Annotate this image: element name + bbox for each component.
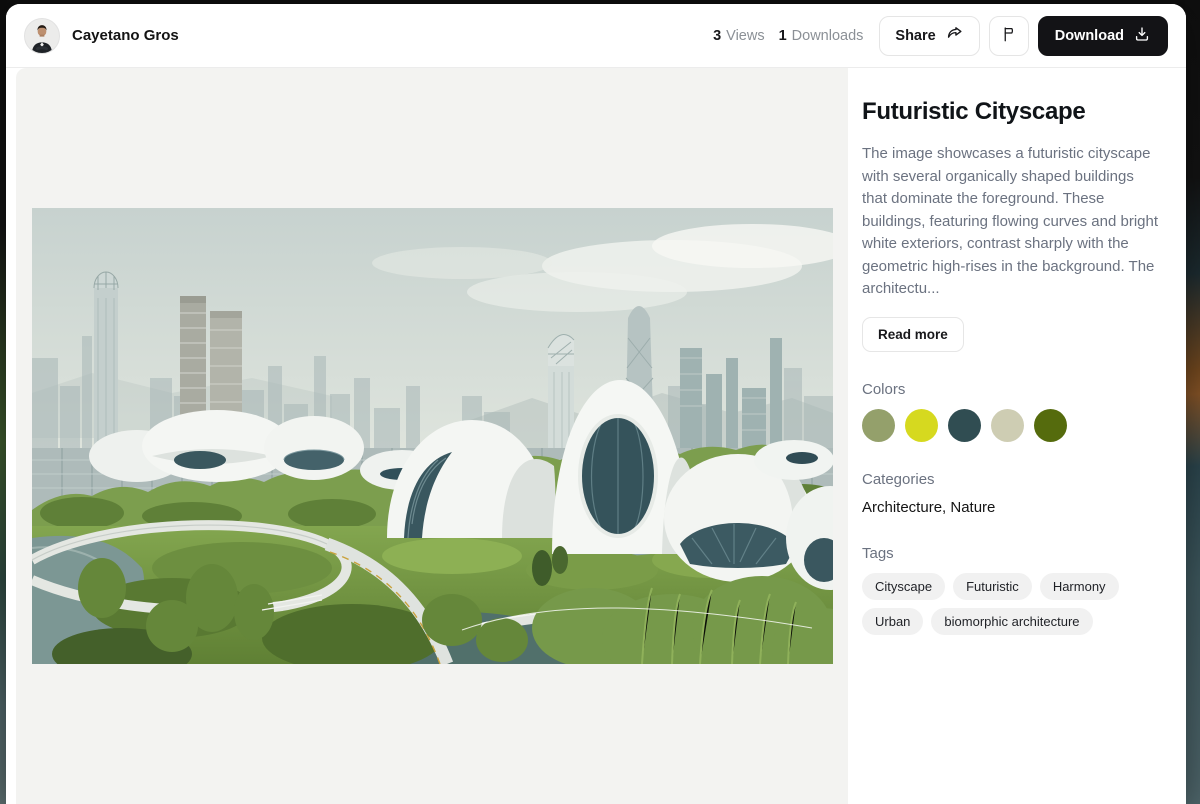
read-more-button[interactable]: Read more — [862, 316, 964, 352]
image-stats: 3 Views 1 Downloads — [713, 28, 863, 44]
image-title: Futuristic Cityscape — [862, 98, 1086, 125]
uploader-profile[interactable]: Cayetano Gros — [24, 17, 179, 54]
tag-chip[interactable]: Futuristic — [953, 572, 1032, 600]
color-swatch[interactable] — [862, 408, 895, 442]
download-icon — [1133, 25, 1151, 47]
views-stat: 3 Views — [713, 28, 765, 44]
colors-label: Colors — [862, 380, 906, 398]
downloads-count: 1 — [778, 27, 787, 44]
tag-chip[interactable]: Cityscape — [862, 572, 946, 600]
uploader-name: Cayetano Gros — [72, 27, 179, 44]
color-swatch[interactable] — [905, 408, 938, 442]
tags-list: Cityscape Futuristic Harmony Urban biomorphi… — [862, 572, 1162, 635]
share-button[interactable]: Share — [879, 15, 980, 56]
color-swatch[interactable] — [948, 408, 981, 442]
avatar — [24, 17, 60, 54]
flag-report-button[interactable] — [988, 15, 1029, 56]
tag-chip[interactable]: Urban — [862, 607, 924, 635]
tag-chip[interactable]: Harmony — [1039, 572, 1119, 600]
image-description: The image showcases a futuristic citysca… — [862, 145, 1159, 297]
share-icon — [945, 24, 964, 47]
tags-label: Tags — [862, 544, 894, 562]
flag-icon — [1000, 25, 1018, 47]
image-viewer-panel — [16, 68, 848, 804]
categories-label: Categories — [862, 470, 935, 488]
download-button-label: Download — [1054, 27, 1124, 44]
download-button[interactable]: Download — [1037, 15, 1168, 56]
views-label: Views — [726, 27, 765, 44]
colors-list — [862, 408, 1162, 442]
downloads-label: Downloads — [791, 27, 864, 44]
color-swatch[interactable] — [991, 408, 1024, 442]
hero-image[interactable] — [31, 208, 833, 664]
color-swatch[interactable] — [1034, 408, 1067, 442]
details-sidebar: Futuristic Cityscape The image showcases… — [848, 68, 1186, 804]
header-bar: Cayetano Gros 3 Views 1 Downloads Share — [6, 4, 1186, 68]
share-button-label: Share — [895, 27, 936, 44]
image-detail-modal: Cayetano Gros 3 Views 1 Downloads Share — [6, 4, 1186, 804]
views-count: 3 — [713, 27, 722, 44]
downloads-stat: 1 Downloads — [779, 28, 864, 44]
backdrop-right — [1185, 0, 1200, 804]
tag-chip[interactable]: biomorphic architecture — [931, 607, 1093, 635]
categories-value[interactable]: Architecture, Nature — [862, 499, 1162, 516]
